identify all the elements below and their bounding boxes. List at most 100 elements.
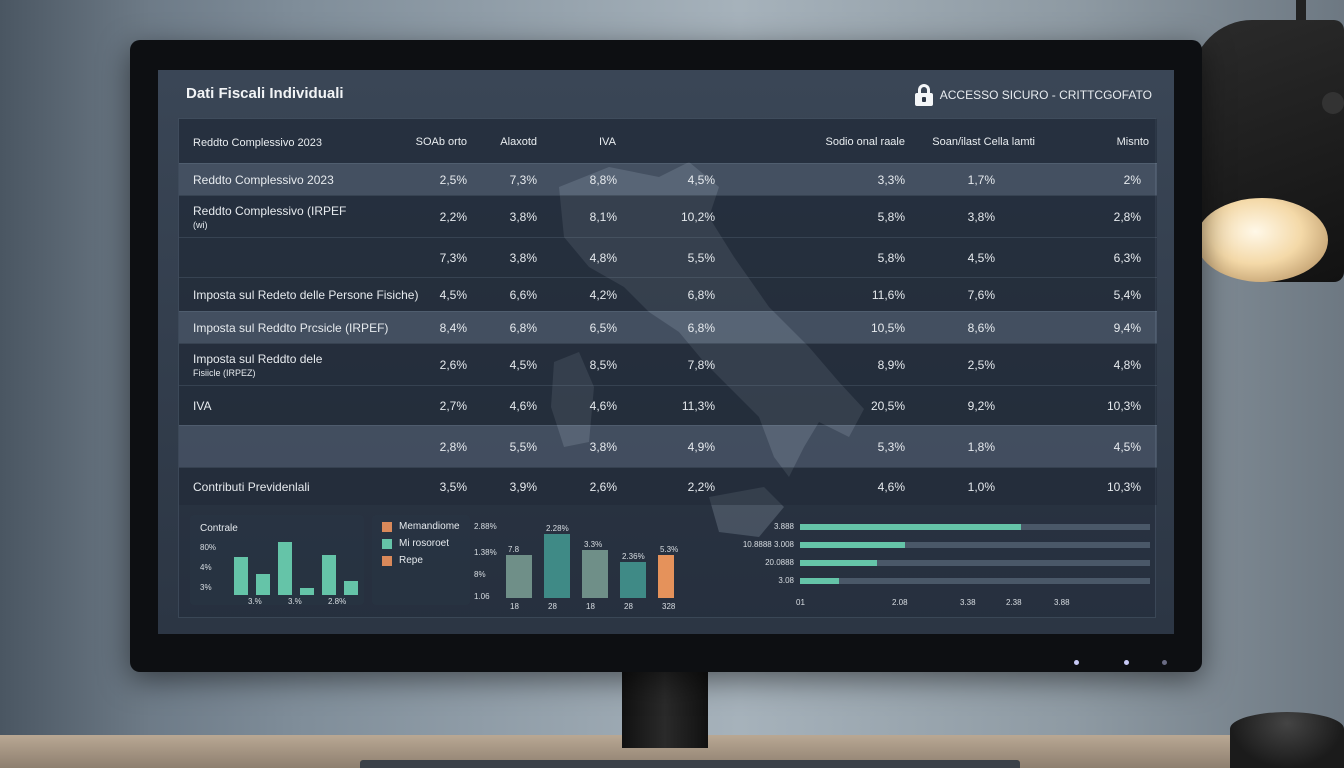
table-cell: 2,6% xyxy=(439,358,467,372)
table-row[interactable]: Reddto Complessivo (IRPEF (wi) 2,2% 3,8% 8,1… xyxy=(179,195,1157,237)
row-label: Imposta sul Reddto dele Fisiicle (IRPEZ) xyxy=(193,352,323,378)
chart-bar[interactable] xyxy=(234,557,248,595)
status-led xyxy=(1162,660,1167,665)
y-tick-label: 4% xyxy=(200,563,212,572)
chart-bar[interactable] xyxy=(506,555,532,598)
hbar-fill[interactable] xyxy=(800,524,1021,530)
x-tick-label: 01 xyxy=(796,598,805,607)
table-cell: 7,3% xyxy=(509,173,537,187)
y-tick-label: 1.06 xyxy=(474,592,490,601)
hbar-fill[interactable] xyxy=(800,578,839,584)
bar-chart-2: 2.88% 1.38% 8% 1.06 7.8 18 2.28% 28 3.3% 18 2.36% 2… xyxy=(474,518,694,618)
data-label: 7.8 xyxy=(508,545,520,554)
table-row[interactable]: Contributi Previdenlali 3,5% 3,9% 2,6% 2,2% 4… xyxy=(179,467,1157,505)
table-cell: 6,6% xyxy=(509,288,537,302)
tax-table: Reddto Complessivo 2023 SOAb orto Alaxot… xyxy=(179,119,1157,505)
table-cell: 2,2% xyxy=(439,210,467,224)
legend-item[interactable]: Mi rosoroet xyxy=(382,538,449,549)
app-window: Dati Fiscali Individuali ACCESSO SICURO … xyxy=(158,70,1174,634)
lamp-light xyxy=(1196,198,1328,282)
table-cell: 4,5% xyxy=(1113,440,1141,454)
table-row[interactable]: IVA 2,7% 4,6% 4,6% 11,3% 20,5% 9,2% 10,3% xyxy=(179,385,1157,425)
table-row[interactable]: 7,3% 3,8% 4,8% 5,5% 5,8% 4,5% 6,3% xyxy=(179,237,1157,277)
table-cell: 10,2% xyxy=(680,210,715,224)
table-cell: 7,3% xyxy=(439,251,467,265)
table-cell: 5,8% xyxy=(877,251,905,265)
table-cell: 7,6% xyxy=(967,288,995,302)
hbar-fill[interactable] xyxy=(800,560,877,566)
table-cell: 2,8% xyxy=(1113,210,1141,224)
chart-bar[interactable] xyxy=(544,534,570,598)
table-row[interactable]: Reddto Complessivo 2023 2,5% 7,3% 8,8% 4,5% 3… xyxy=(179,163,1157,195)
table-cell: 1,7% xyxy=(967,173,995,187)
chart-bar[interactable] xyxy=(620,562,646,598)
x-tick-label: 3.% xyxy=(288,597,302,606)
column-header: IVA xyxy=(599,136,616,148)
x-tick-label: 3.88 xyxy=(1054,598,1070,607)
y-tick-label: 8% xyxy=(474,570,486,579)
legend-item[interactable]: Memandiome xyxy=(382,521,460,532)
data-label: 3.3% xyxy=(584,540,603,549)
legend-item[interactable]: Repe xyxy=(382,555,423,566)
chart-title: Contrale xyxy=(200,523,238,534)
y-tick-label: 3% xyxy=(200,583,212,592)
table-cell: 6,8% xyxy=(687,321,715,335)
table-cell: 7,8% xyxy=(687,358,715,372)
monitor-stand xyxy=(622,668,708,748)
chart-bar[interactable] xyxy=(278,542,292,595)
row-label: Contributi Previdenlali xyxy=(193,480,310,494)
table-body: Reddto Complessivo 2023 2,5% 7,3% 8,8% 4,5% 3… xyxy=(179,163,1157,505)
lamp-knob xyxy=(1322,92,1344,114)
chart-bar[interactable] xyxy=(322,555,336,595)
row-label: Reddto Complessivo 2023 xyxy=(193,173,334,187)
legend-swatch xyxy=(382,521,392,532)
table-cell: 3,9% xyxy=(509,480,537,494)
table-cell: 6,8% xyxy=(509,321,537,335)
table-cell: 4,5% xyxy=(509,358,537,372)
chart-bar[interactable] xyxy=(300,588,314,595)
table-cell: 4,6% xyxy=(589,399,617,413)
x-tick-label: 2.38 xyxy=(1006,598,1022,607)
lamp-base xyxy=(1230,712,1344,768)
x-tick-label: 28 xyxy=(548,602,557,611)
data-label: 2.36% xyxy=(622,552,645,561)
table-cell: 8,5% xyxy=(589,358,617,372)
row-label: Imposta sul Redeto delle Persone Fisiche… xyxy=(193,288,419,302)
table-row[interactable]: 2,8% 5,5% 3,8% 4,9% 5,3% 1,8% 4,5% xyxy=(179,425,1157,467)
table-row[interactable]: Imposta sul Reddto Prcsicle (IRPEF) 8,4% 6… xyxy=(179,311,1157,343)
x-tick-label: 2.08 xyxy=(892,598,908,607)
table-cell: 10,3% xyxy=(1106,480,1141,494)
table-cell: 4,8% xyxy=(589,251,617,265)
table-cell: 2,5% xyxy=(439,173,467,187)
x-tick-label: 3.% xyxy=(248,597,262,606)
table-cell: 2,5% xyxy=(967,358,995,372)
table-row[interactable]: Imposta sul Redeto delle Persone Fisiche… xyxy=(179,277,1157,311)
chart-bar[interactable] xyxy=(256,574,270,595)
hbar-fill[interactable] xyxy=(800,542,905,548)
column-header: SOAb orto xyxy=(415,136,467,148)
x-tick-label: 28 xyxy=(624,602,633,611)
x-tick-label: 3.38 xyxy=(960,598,976,607)
table-cell: 2,8% xyxy=(439,440,467,454)
legend-label: Mi rosoroet xyxy=(399,538,450,549)
table-cell: 6,8% xyxy=(687,288,715,302)
data-label: 5.3% xyxy=(660,545,679,554)
background-wall xyxy=(0,0,150,768)
table-cell: 10,3% xyxy=(1106,399,1141,413)
table-cell: 11,3% xyxy=(681,399,715,413)
page-title: Dati Fiscali Individuali xyxy=(186,85,344,102)
row-label: Imposta sul Reddto Prcsicle (IRPEF) xyxy=(193,321,389,335)
table-cell: 10,5% xyxy=(870,321,905,335)
chart-bar[interactable] xyxy=(658,555,674,598)
table-row[interactable]: Imposta sul Reddto dele Fisiicle (IRPEZ) 2… xyxy=(179,343,1157,385)
table-cell: 8,8% xyxy=(589,173,617,187)
row-label: IVA xyxy=(193,399,212,413)
table-cell: 4,5% xyxy=(439,288,467,302)
row-label: Reddto Complessivo (IRPEF (wi) xyxy=(193,204,347,230)
chart-bar[interactable] xyxy=(344,581,358,595)
table-cell: 20,5% xyxy=(870,399,905,413)
table-header: Reddto Complessivo 2023 SOAb orto Alaxot… xyxy=(179,119,1157,163)
chart-bar[interactable] xyxy=(582,550,608,598)
table-cell: 1,8% xyxy=(967,440,995,454)
table-cell: 3,8% xyxy=(509,251,537,265)
